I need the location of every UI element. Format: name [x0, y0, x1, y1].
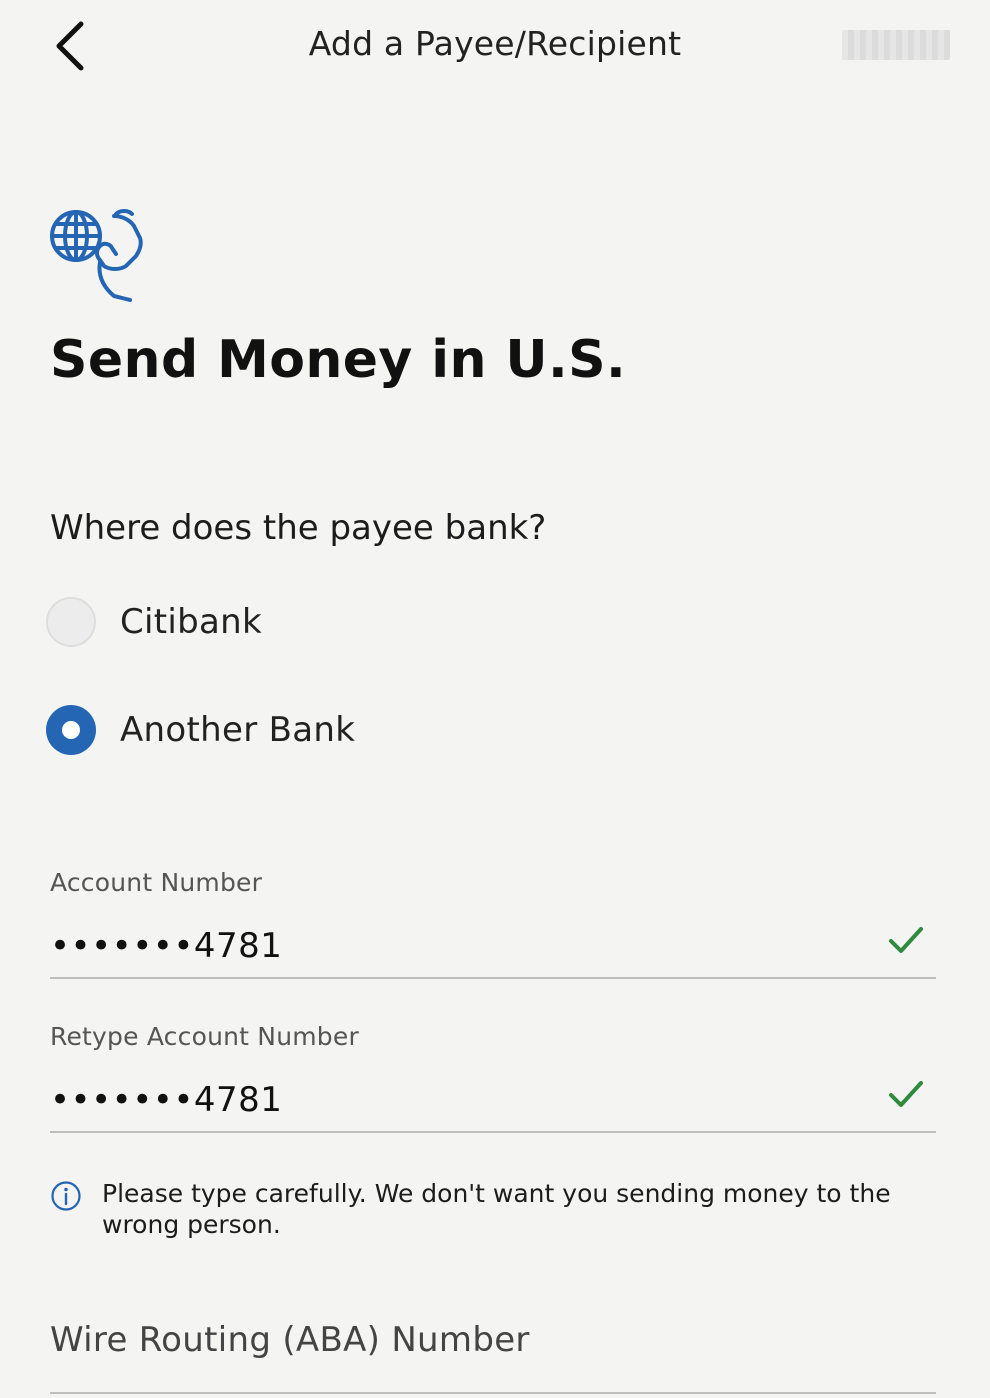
section-title: Send Money in U.S. — [50, 330, 627, 390]
checkmark-icon — [889, 1081, 923, 1107]
wire-routing-input[interactable]: Wire Routing (ABA) Number — [50, 1320, 936, 1394]
radio-option-label: Another Bank — [120, 710, 356, 750]
globe-hand-icon — [44, 204, 148, 304]
radio-unselected-icon[interactable] — [46, 597, 96, 647]
wire-routing-placeholder: Wire Routing (ABA) Number — [50, 1320, 530, 1360]
redacted-header-action[interactable] — [842, 30, 950, 60]
info-message: Please type carefully. We don't want you… — [50, 1178, 930, 1240]
retype-account-number-field: Retype Account Number •••••••4781 — [50, 1022, 936, 1133]
radio-option-citibank[interactable]: Citibank — [46, 597, 262, 647]
radio-selected-icon[interactable] — [46, 705, 96, 755]
radio-option-label: Citibank — [120, 602, 263, 642]
account-number-value: •••••••4781 — [50, 926, 283, 966]
account-number-label: Account Number — [50, 868, 263, 897]
retype-account-number-value: •••••••4781 — [50, 1080, 283, 1120]
info-text: Please type carefully. We don't want you… — [102, 1179, 891, 1239]
radio-option-another-bank[interactable]: Another Bank — [46, 705, 355, 755]
app-header: Add a Payee/Recipient — [0, 0, 990, 96]
retype-account-number-label: Retype Account Number — [50, 1022, 359, 1051]
checkmark-icon — [889, 927, 923, 953]
account-number-input[interactable]: •••••••4781 — [50, 915, 936, 979]
retype-account-number-input[interactable]: •••••••4781 — [50, 1069, 936, 1133]
info-icon — [51, 1181, 81, 1211]
bank-question-label: Where does the payee bank? — [50, 508, 547, 548]
add-payee-screen: Add a Payee/Recipient Send Money in U.S.… — [0, 0, 990, 1398]
account-number-field: Account Number •••••••4781 — [50, 868, 936, 979]
